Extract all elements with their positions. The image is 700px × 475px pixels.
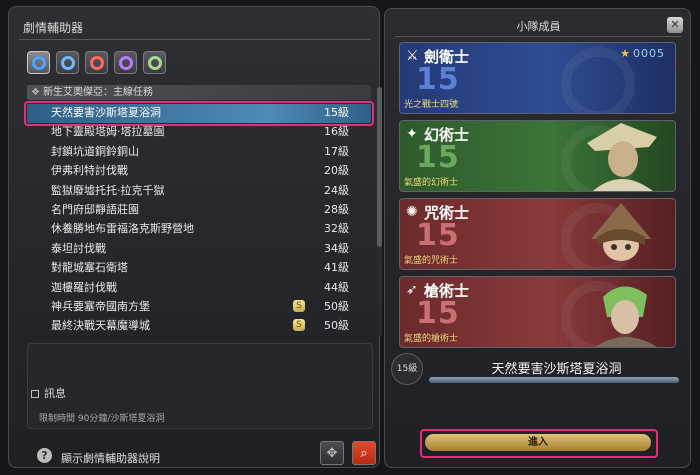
npc-portrait [595, 286, 657, 347]
member-name: 氣盛的槍術士 [404, 334, 459, 344]
member-level: 15 [416, 296, 460, 331]
panel-title: 小隊成員 [516, 20, 561, 33]
divider [395, 36, 682, 37]
duty-row[interactable]: 地下靈殿塔姆·塔拉墓園 16級 [27, 122, 371, 141]
duty-level: 50級 [324, 319, 349, 333]
duty-name: 天然要害沙斯塔夏浴洞 [51, 106, 161, 119]
healer-icon[interactable] [143, 51, 166, 74]
route-icon: ✥ [326, 445, 338, 461]
tank2-icon[interactable] [56, 51, 79, 74]
job-tabs [27, 51, 166, 74]
star-icon: ★ [620, 47, 631, 60]
info-icon [31, 390, 39, 398]
duty-level: 28級 [324, 202, 349, 216]
duty-level: 32級 [324, 222, 349, 236]
member-level: 15 [416, 140, 460, 175]
reward-counter: ★ 0005 [620, 47, 665, 60]
duty-name-bar [429, 377, 679, 383]
duty-list: 天然要害沙斯塔夏浴洞 15級 地下靈殿塔姆·塔拉墓園 16級 封鎖坑道銅鈴銅山 … [24, 101, 374, 336]
melee-icon[interactable] [85, 51, 108, 74]
panel-title: 劇情輔助器 [23, 21, 84, 35]
npc-portrait [587, 123, 657, 191]
duty-name: 地下靈殿塔姆·塔拉墓園 [51, 125, 165, 139]
party-member-card[interactable]: ✦ 幻術士 15 氣盛的幻術士 [399, 120, 676, 192]
duty-row[interactable]: 名門府邸靜語莊園 28級 [27, 200, 371, 219]
duty-name: 監獄廢墟托托·拉克千獄 [51, 183, 165, 197]
party-member-card[interactable]: ⚔ 劍衛士 ★ 0005 15 光之戰士四號 [399, 42, 676, 114]
duty-name: 對龍城塞石衛塔 [51, 261, 128, 275]
join-button[interactable]: 進入 [420, 429, 658, 458]
duty-row[interactable]: 天然要害沙斯塔夏浴洞 15級 [24, 101, 374, 126]
duty-name: 伊弗利特討伐戰 [51, 164, 128, 178]
divider [19, 39, 371, 40]
duty-level: 41級 [324, 261, 349, 275]
party-member-card[interactable]: ✺ 咒術士 15 氣盛的咒術士 [399, 198, 676, 270]
duty-row[interactable]: 最終決戰天幕魔導城 S 50級 [27, 316, 371, 335]
party-member-card[interactable]: ➶ 槍術士 15 氣盛的槍術士 [399, 276, 676, 348]
duty-row[interactable]: 封鎖坑道銅鈴銅山 17級 [27, 142, 371, 161]
member-level: 15 [416, 62, 460, 97]
duty-name: 泰坦討伐戰 [51, 241, 106, 255]
category-header[interactable]: ❖ 新生艾奧傑亞：主線任務 [27, 85, 371, 100]
selected-duty-name: 天然要害沙斯塔夏浴洞 [491, 362, 622, 377]
party-panel: 小隊成員 ✕ ⚔ 劍衛士 ★ 0005 15 光之戰士四號 ✦ 幻術士 15 氣盛… [384, 8, 691, 468]
duty-name: 最終決戰天幕魔導城 [51, 319, 150, 333]
duty-name: 迦樓羅討伐戰 [51, 280, 117, 294]
tomestone-icon: S [293, 319, 305, 332]
duty-row[interactable]: 監獄廢墟托托·拉克千獄 24級 [27, 181, 371, 200]
duty-level: 15級 [324, 106, 349, 119]
scrollbar-thumb[interactable] [377, 87, 382, 247]
member-name: 氣盛的幻術士 [404, 178, 459, 188]
member-level: 15 [416, 218, 460, 253]
npc-portrait [591, 203, 651, 261]
duty-row[interactable]: 休養勝地布雷福洛克斯野營地 32級 [27, 219, 371, 238]
duty-level: 20級 [324, 164, 349, 178]
duty-row[interactable]: 神兵要塞帝國南方堡 S 50級 [27, 297, 371, 316]
duty-name: 名門府邸靜語莊園 [51, 202, 139, 216]
duty-level-badge: 15級 [391, 353, 423, 385]
close-icon[interactable]: ✕ [667, 17, 683, 33]
duty-row[interactable]: 對龍城塞石衛塔 41級 [27, 258, 371, 277]
member-name: 光之戰士四號 [404, 100, 459, 110]
route-button[interactable]: ✥ [320, 441, 344, 465]
caster-icon[interactable] [114, 51, 137, 74]
info-title-label: 訊息 [44, 387, 66, 400]
info-title: 訊息 [31, 385, 66, 401]
duty-name: 封鎖坑道銅鈴銅山 [51, 144, 139, 158]
duty-level: 17級 [324, 144, 349, 158]
help-icon[interactable]: ? [37, 448, 52, 463]
reward-value: 0005 [633, 47, 665, 60]
duty-row[interactable]: 迦樓羅討伐戰 44級 [27, 278, 371, 297]
collapse-icon: ❖ [31, 87, 40, 98]
duty-level: 44級 [324, 280, 349, 294]
duty-row[interactable]: 伊弗利特討伐戰 20級 [27, 161, 371, 180]
help-label[interactable]: 顯示劇情輔助器說明 [61, 450, 160, 466]
duty-row[interactable]: 泰坦討伐戰 34級 [27, 239, 371, 258]
duty-level: 34級 [324, 241, 349, 255]
duty-level: 24級 [324, 183, 349, 197]
tank-icon[interactable] [27, 51, 50, 74]
search-button[interactable]: ⌕ [352, 441, 376, 465]
duty-name: 神兵要塞帝國南方堡 [51, 299, 150, 313]
category-label: 新生艾奧傑亞：主線任務 [42, 87, 153, 98]
duty-name: 休養勝地布雷福洛克斯野營地 [51, 222, 194, 236]
duty-level: 16級 [324, 125, 349, 139]
duty-level: 50級 [324, 299, 349, 313]
info-text: 限制時間 90分鐘/沙斯塔夏浴洞 [39, 414, 165, 424]
duty-support-panel: 劇情輔助器 ❖ 新生艾奧傑亞：主線任務 天然要害沙斯塔夏浴洞 15級 地下靈殿塔姆… [8, 6, 382, 468]
tomestone-icon: S [293, 299, 305, 312]
search-icon: ⌕ [360, 445, 368, 461]
member-name: 氣盛的咒術士 [404, 256, 459, 266]
